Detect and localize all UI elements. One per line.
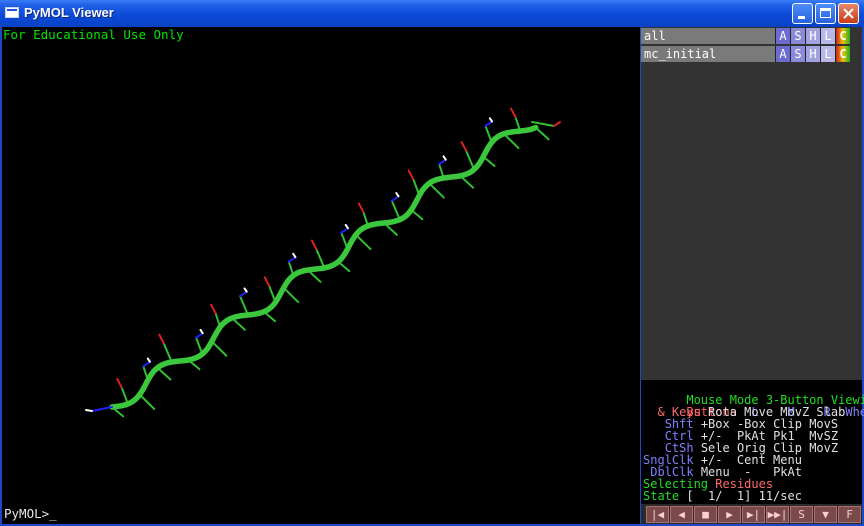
bond-stick [91,406,113,412]
3d-viewport[interactable]: For Educational Use Only PyMOL>_ [2,27,640,524]
rewind-button[interactable]: |◀ [646,506,669,523]
close-button[interactable] [838,3,859,24]
bond-stick [146,357,151,363]
label-button[interactable]: L [820,46,835,62]
bond-stick [357,202,365,214]
bond-stick [344,223,349,230]
bond-stick [442,155,447,161]
close-icon [843,8,854,19]
bond-stick [407,169,415,181]
title-bar[interactable]: PyMOL Viewer [0,0,864,27]
app-icon [5,7,19,18]
bond-stick [292,252,297,259]
bond-stick [116,377,123,389]
bond-stick [195,332,204,339]
bond-stick [263,276,271,287]
stop-button[interactable]: ■ [694,506,717,523]
action-button[interactable]: A [775,46,790,62]
object-name[interactable]: all [641,28,775,44]
object-row-all[interactable]: all A S H L C [641,28,862,44]
object-name[interactable]: mc_initial [641,46,775,62]
bond-stick [438,158,447,166]
bond-stick [510,107,517,119]
bond-stick [282,286,300,304]
bond-stick [210,340,228,357]
menu-down-button[interactable]: ▼ [814,506,837,523]
bond-stick [354,233,372,251]
maximize-button[interactable] [815,3,836,24]
movie-controls: |◀ ◀ ■ ▶ ▶| ▶▶| S ▼ F [641,504,862,524]
window-title: PyMOL Viewer [24,5,114,20]
bond-stick [142,360,151,368]
col-wheel: Wheel [845,405,864,419]
color-button[interactable]: C [835,28,850,44]
pymol-window: PyMOL Viewer For Educational Use Only Py… [0,0,864,526]
bond-stick [287,256,297,263]
show-button[interactable]: S [790,46,805,62]
bond-stick [239,290,248,298]
action-button[interactable]: A [775,28,790,44]
bond-stick [340,227,349,234]
bond-stick [199,328,204,335]
fullscreen-button[interactable]: F [838,506,861,523]
bond-stick [239,295,250,317]
color-button[interactable]: C [835,46,850,62]
bond-stick [138,393,156,410]
state-label: State [643,489,680,503]
bond-stick [243,287,248,293]
bond-stick [553,121,561,127]
command-prompt[interactable]: PyMOL>_ [4,506,57,521]
hide-button[interactable]: H [805,28,820,44]
bond-stick [484,120,494,128]
minimize-button[interactable] [792,3,813,24]
show-button[interactable]: S [790,28,805,44]
cartoon-ribbon [109,124,539,410]
bond-stick [315,248,326,269]
molecule-render[interactable] [2,27,640,524]
step-back-button[interactable]: ◀ [670,506,693,523]
state-value: [ 1/ 1] 11/sec [686,489,802,503]
step-forward-button[interactable]: ▶| [742,506,765,523]
bond-stick [390,199,401,221]
bond-stick [395,192,400,198]
bond-stick [85,409,93,412]
mouse-mode-panel[interactable]: Mouse Mode 3-Button Viewing Buttons L M … [641,380,864,504]
bond-stick [465,149,476,171]
bond-stick [162,342,173,364]
play-button[interactable]: ▶ [718,506,741,523]
scene-button[interactable]: S [790,506,813,523]
bond-stick [310,239,318,251]
bond-stick [210,303,217,315]
bond-stick [488,117,494,123]
bond-stick [460,141,468,152]
label-button[interactable]: L [820,28,835,44]
end-button[interactable]: ▶▶| [766,506,789,523]
object-row-mc-initial[interactable]: mc_initial A S H L C [641,46,862,62]
bond-stick [390,195,400,202]
bond-stick [158,333,165,345]
bond-stick [428,182,445,199]
hide-button[interactable]: H [805,46,820,62]
